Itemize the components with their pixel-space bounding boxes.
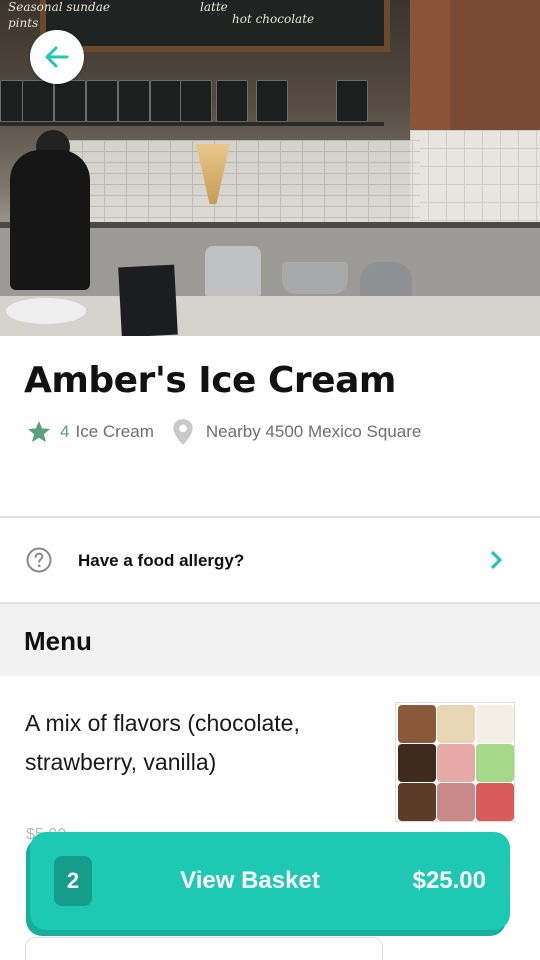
store-category: Ice Cream [75, 422, 154, 441]
view-basket-button[interactable]: 2 View Basket $25.00 [30, 832, 510, 930]
gelato-tub [398, 783, 436, 821]
hero-flavor-sign [256, 80, 288, 122]
store-name: Amber's Ice Cream [24, 360, 396, 401]
hero-flavor-sign [180, 80, 212, 122]
gelato-tub [476, 705, 514, 743]
gelato-tub [398, 744, 436, 782]
hero-plates [6, 298, 86, 324]
hero-chalk-text: pints [8, 16, 39, 30]
hero-flavor-sign [22, 80, 54, 122]
arrow-left-icon [45, 46, 69, 68]
gelato-tub [398, 705, 436, 743]
basket-total: $25.00 [412, 867, 486, 894]
menu-section-header: Menu [0, 604, 540, 676]
menu-item-description: A mix of flavors (chocolate, strawberry,… [25, 710, 300, 775]
hero-flavor-sign [86, 80, 118, 122]
back-button[interactable] [30, 30, 84, 84]
chevron-right-icon [491, 551, 502, 569]
menu-item-card-next[interactable] [25, 937, 383, 960]
hero-machine [205, 246, 261, 296]
hero-tile-backsplash [60, 140, 420, 230]
menu-item-image [395, 702, 515, 822]
hero-chalk-text: latte [200, 0, 228, 14]
food-allergy-label: Have a food allergy? [78, 551, 245, 570]
store-location: Nearby 4500 Mexico Square [205, 422, 422, 441]
hero-flavor-sign [118, 80, 150, 122]
hero-flavor-sign [150, 80, 182, 122]
hero-flavor-sign [336, 80, 368, 122]
hero-flavor-sign [54, 80, 86, 122]
hero-brick-pillar [410, 0, 450, 130]
view-basket-label: View Basket [180, 867, 320, 894]
question-circle-icon [26, 547, 52, 573]
store-rating: 4 [60, 422, 70, 441]
food-allergy-row[interactable]: Have a food allergy? [0, 518, 540, 602]
location-pin-icon [173, 419, 193, 445]
store-meta: 4 Ice Cream Nearby 4500 Mexico Square [26, 418, 421, 446]
gelato-tub [437, 744, 475, 782]
gelato-tub [476, 783, 514, 821]
hero-menu-card [118, 264, 178, 336]
hero-chalk-text: hot chocolate [232, 12, 315, 26]
hero-chalk-text: Seasonal sundae [8, 0, 110, 14]
gelato-tub [476, 744, 514, 782]
star-icon [27, 420, 51, 442]
gelato-tub [437, 705, 475, 743]
gelato-tub [437, 783, 475, 821]
hero-sign-rail [0, 122, 384, 126]
menu-heading: Menu [24, 626, 92, 656]
hero-person [10, 150, 90, 290]
hero-pot [282, 262, 348, 294]
hero-flavor-sign [216, 80, 248, 122]
